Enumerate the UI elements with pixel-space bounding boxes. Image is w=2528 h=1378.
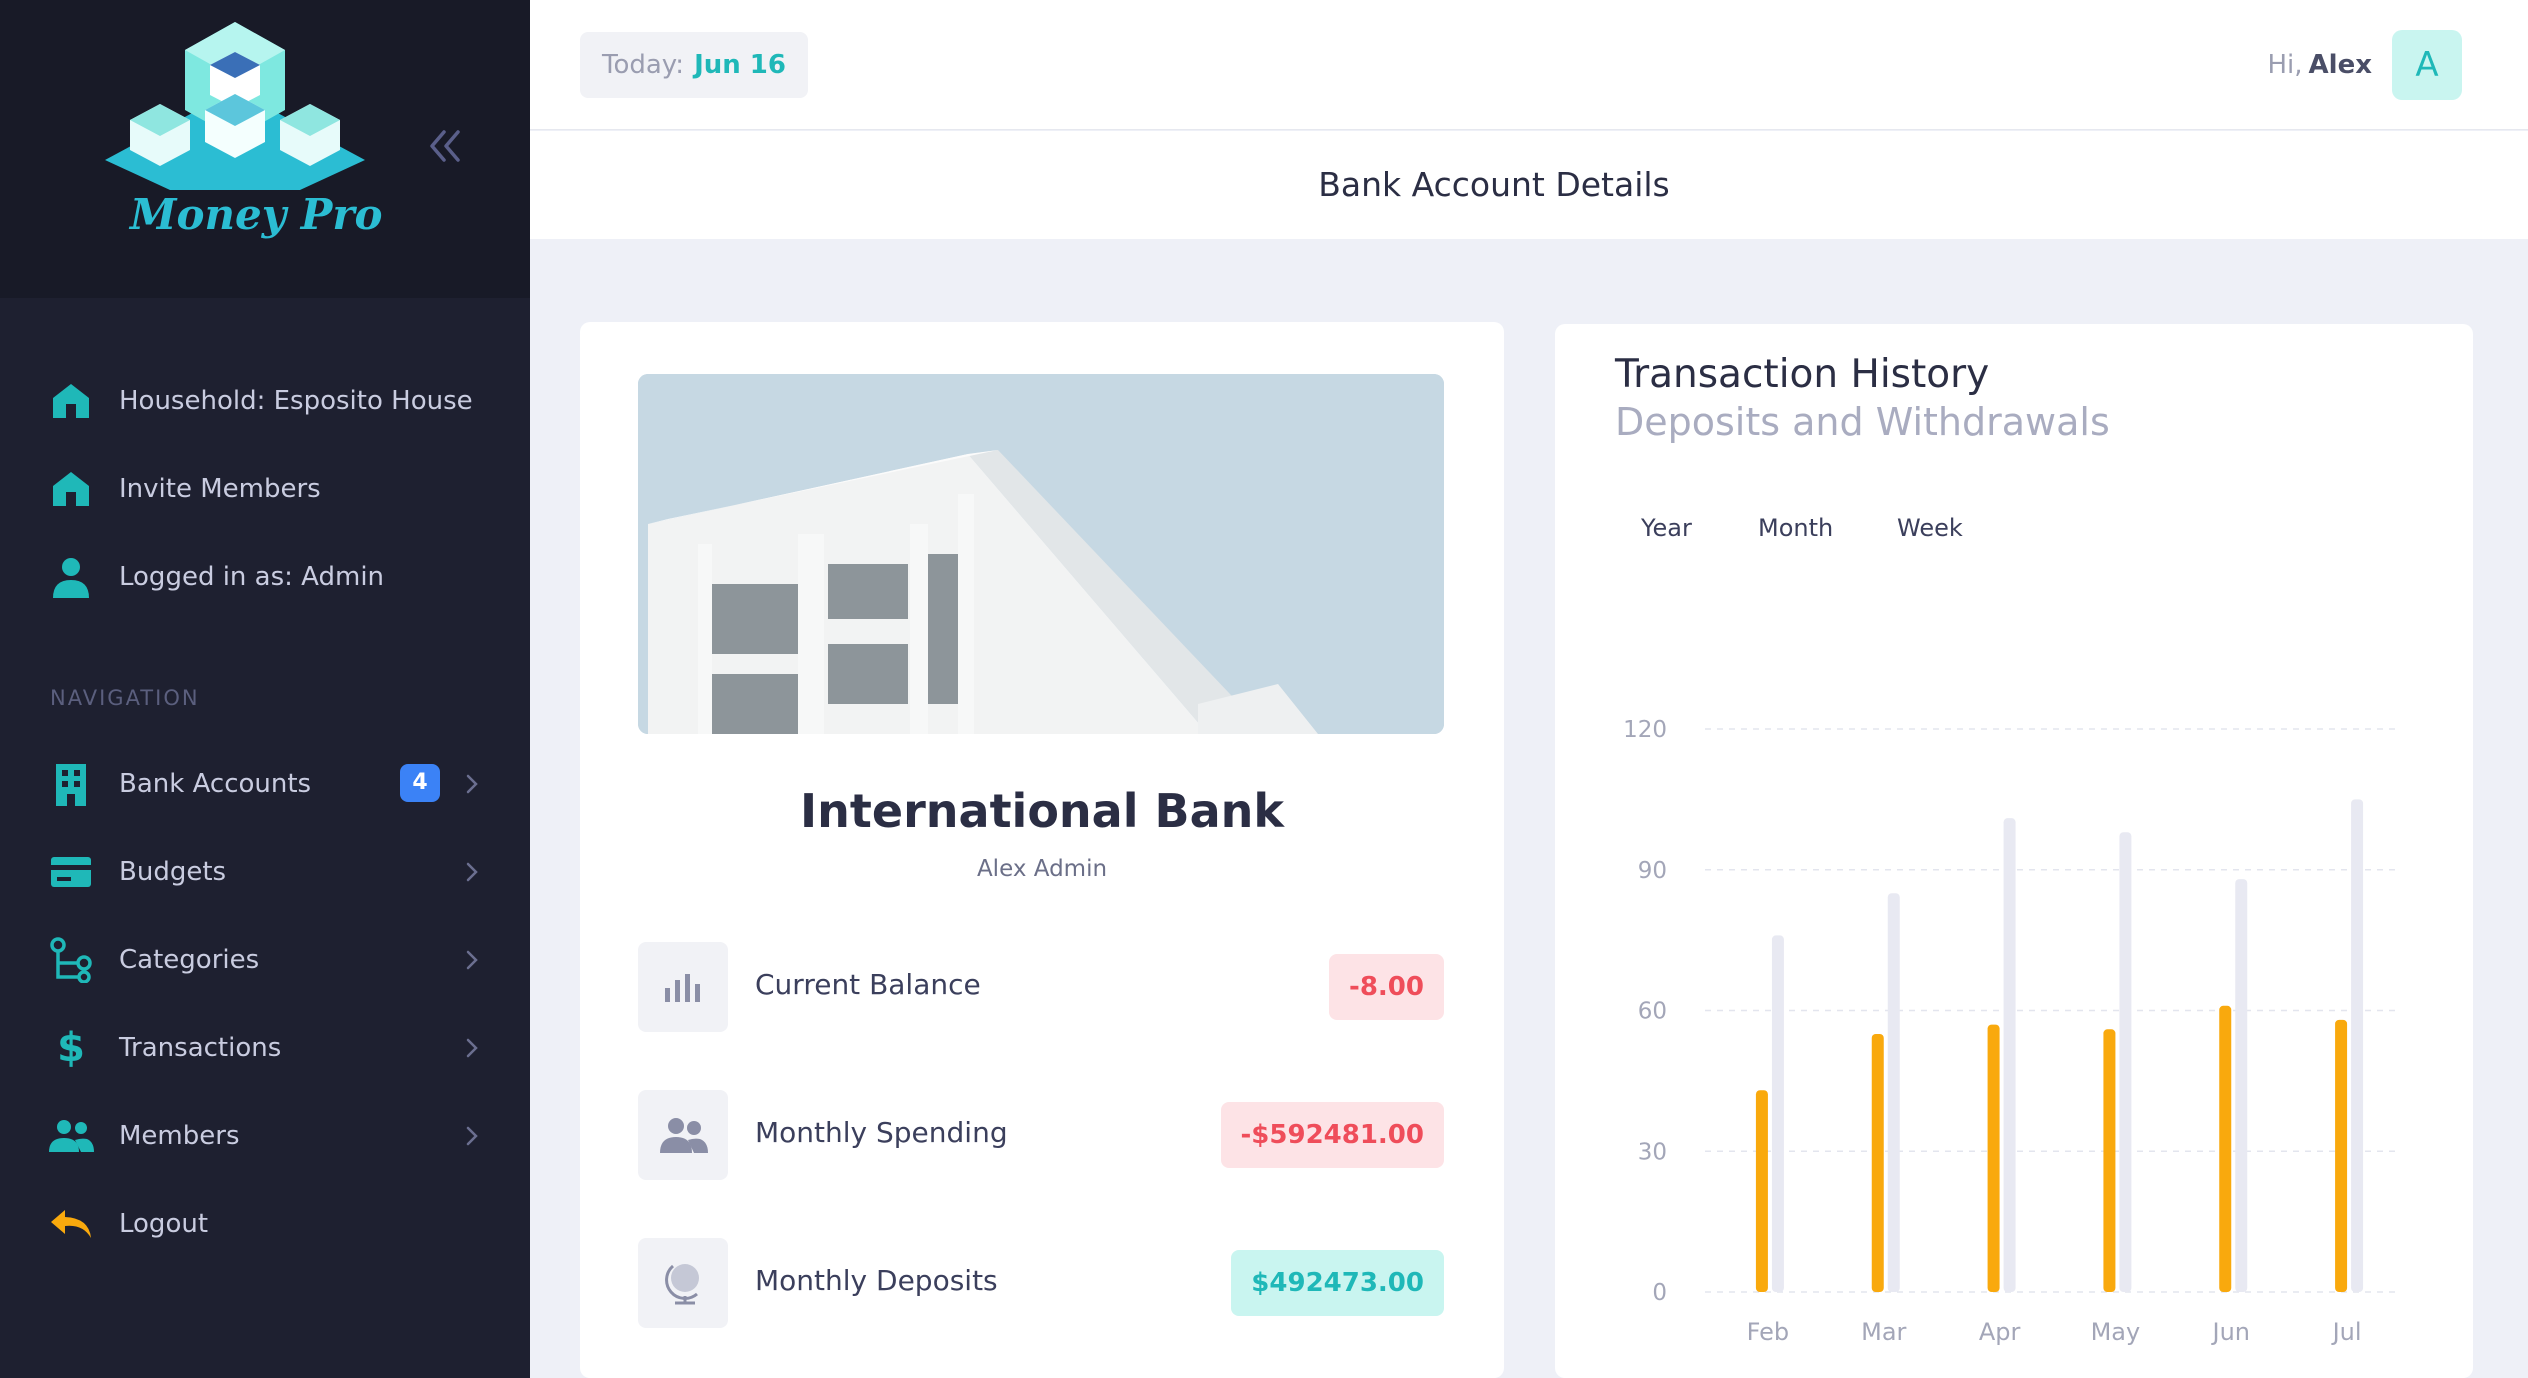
bar [1755, 1090, 1768, 1292]
user-icon [46, 555, 96, 599]
users-icon [46, 1114, 96, 1158]
y-tick-label: 60 [1638, 999, 1667, 1025]
sidebar: Money Pro Household: Esposito House Invi… [0, 0, 530, 1378]
sidebar-item-logged-in: Logged in as: Admin [0, 533, 530, 621]
sidebar-item-invite-members[interactable]: Invite Members [0, 445, 530, 533]
stat-current-balance: Current Balance -8.00 [638, 942, 1444, 1032]
stat-value: -$592481.00 [1220, 1102, 1444, 1168]
logo-icon [105, 22, 365, 190]
today-label: Today: [602, 50, 685, 80]
bar [1887, 893, 1900, 1292]
sidebar-item-budgets[interactable]: Budgets [0, 828, 530, 916]
sidebar-item-label: Invite Members [119, 474, 321, 504]
bar [2351, 799, 2364, 1292]
chevron-right-icon [466, 774, 478, 794]
users-icon [638, 1090, 728, 1180]
bar [2335, 1019, 2348, 1292]
bank-name: International Bank [800, 784, 1284, 838]
navigation-heading: NAVIGATION [50, 686, 200, 710]
stat-label: Current Balance [755, 968, 981, 1001]
bar [2103, 1029, 2116, 1292]
brand-area: Money Pro [0, 0, 530, 298]
collapse-sidebar-icon[interactable] [424, 126, 464, 166]
sidebar-item-label: Household: Esposito House [119, 386, 473, 416]
sidebar-item-categories[interactable]: Categories [0, 916, 530, 1004]
stat-label: Monthly Spending [755, 1116, 1008, 1149]
y-tick-label: 90 [1638, 858, 1667, 884]
today-value: Jun 16 [694, 50, 786, 80]
sidebar-item-label: Budgets [119, 857, 227, 887]
home-icon [46, 379, 96, 423]
sidebar-item-label: Logout [119, 1209, 209, 1239]
chevron-right-icon [466, 862, 478, 882]
sidebar-item-label: Logged in as: Admin [119, 562, 385, 592]
stat-monthly-spending: Monthly Spending -$592481.00 [638, 1090, 1444, 1180]
sidebar-item-label: Bank Accounts [119, 769, 312, 799]
y-tick-label: 30 [1638, 1139, 1667, 1165]
building-icon [46, 762, 96, 806]
transaction-bar-chart: 0 30 60 90 120 Feb Mar Apr May Jun Jul [1623, 717, 2400, 1346]
stat-value: -8.00 [1329, 954, 1444, 1020]
bank-building-image [638, 374, 1444, 734]
page-title-bar: Bank Account Details [530, 131, 2528, 239]
x-tick-label: Apr [1979, 1318, 2021, 1346]
user-name: Alex [2308, 50, 2372, 80]
stat-label: Monthly Deposits [755, 1264, 998, 1297]
y-tick-label: 0 [1652, 1280, 1667, 1306]
page-title: Bank Account Details [1318, 165, 1670, 204]
bar [2003, 818, 2016, 1292]
bar [1871, 1033, 1884, 1292]
avatar[interactable]: A [2392, 30, 2462, 100]
bar [1771, 935, 1784, 1292]
sidebar-item-bank-accounts[interactable]: Bank Accounts 4 [0, 740, 530, 828]
bar-chart-icon [638, 942, 728, 1032]
x-tick-label: Jun [2211, 1318, 2251, 1346]
bank-account-card: International Bank Alex Admin Current Ba… [580, 322, 1504, 1378]
x-tick-label: Jul [2331, 1318, 2362, 1346]
account-owner: Alex Admin [976, 856, 1108, 882]
hierarchy-icon [46, 937, 96, 983]
bank-accounts-count-badge: 4 [400, 764, 440, 802]
app-name: Money Pro [130, 190, 383, 239]
sidebar-item-members[interactable]: Members [0, 1092, 530, 1180]
bar [2219, 1005, 2232, 1292]
today-date-chip: Today: Jun 16 [580, 32, 808, 98]
home-icon [46, 467, 96, 511]
x-tick-label: Feb [1747, 1318, 1790, 1346]
user-greeting: Hi, Alex [2268, 32, 2373, 98]
sidebar-item-label: Transactions [119, 1033, 282, 1063]
sidebar-item-label: Categories [119, 945, 260, 975]
stat-value: $492473.00 [1231, 1250, 1444, 1316]
sidebar-item-label: Members [119, 1121, 240, 1151]
top-bar: Today: Jun 16 Hi, Alex A [530, 0, 2528, 130]
chevron-right-icon [466, 950, 478, 970]
x-tick-label: Mar [1861, 1318, 1906, 1346]
dollar-icon: $ [57, 1025, 85, 1071]
card-icon [46, 850, 96, 894]
bar [2119, 832, 2132, 1292]
x-tick-label: May [2091, 1318, 2141, 1346]
bar [2235, 879, 2248, 1292]
stat-monthly-deposits: Monthly Deposits $492473.00 [638, 1238, 1444, 1328]
globe-icon [638, 1238, 728, 1328]
transaction-history-card: Transaction History Deposits and Withdra… [1555, 324, 2473, 1378]
bar [1987, 1024, 2000, 1292]
logout-icon [46, 1202, 96, 1246]
y-tick-label: 120 [1623, 717, 1667, 743]
chevron-right-icon [466, 1038, 478, 1058]
sidebar-item-household[interactable]: Household: Esposito House [0, 357, 530, 445]
sidebar-item-logout[interactable]: Logout [0, 1180, 530, 1268]
greeting-text: Hi, [2267, 50, 2303, 80]
sidebar-item-transactions[interactable]: $ Transactions [0, 1004, 530, 1092]
chevron-right-icon [466, 1126, 478, 1146]
